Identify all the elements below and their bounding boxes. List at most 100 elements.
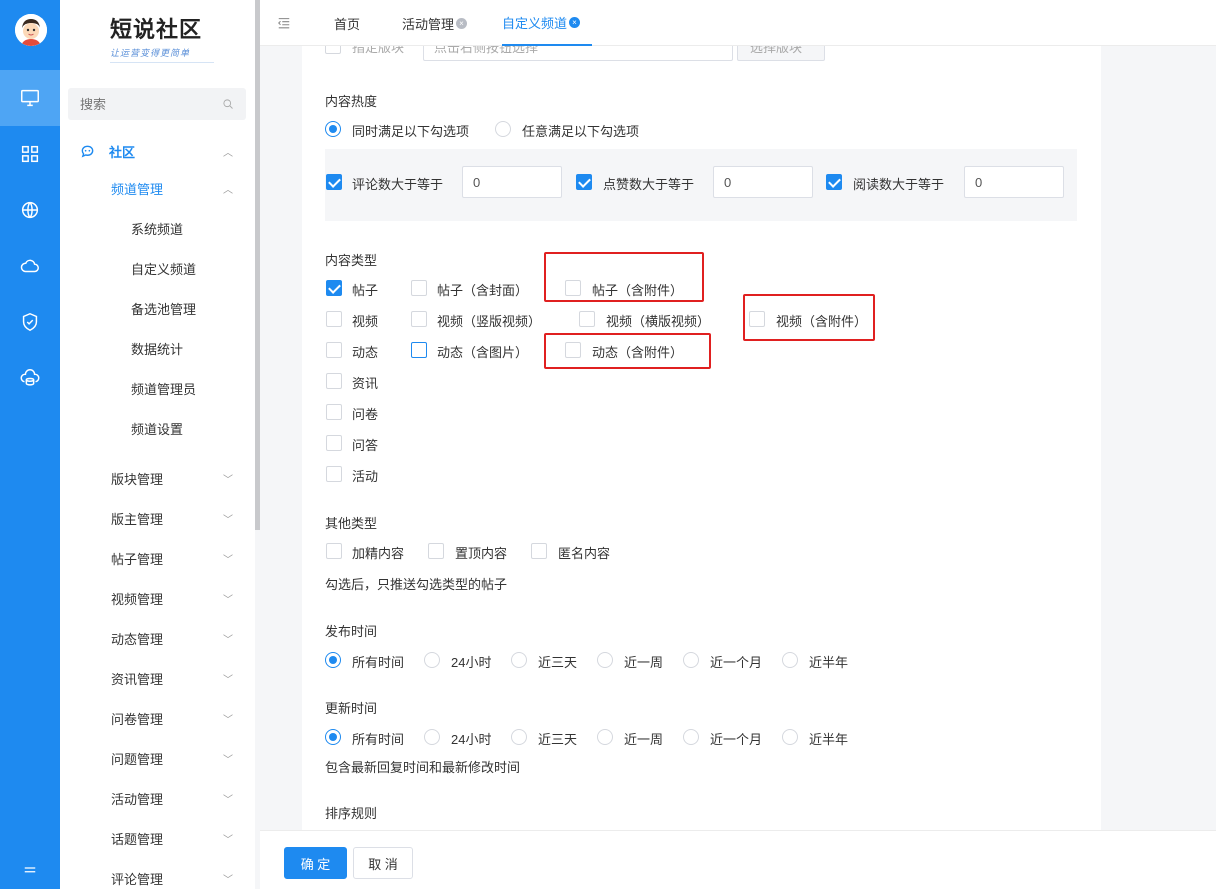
rail-security[interactable] <box>0 294 60 350</box>
publish-radio-24h[interactable] <box>424 652 440 668</box>
publish-radio-1m[interactable] <box>683 652 699 668</box>
type-survey-label: 问卷 <box>352 407 379 422</box>
menu-group-videos[interactable]: 视频管理 ﹀ <box>60 578 255 618</box>
logo-slogan: 让运营变得更简单 <box>110 46 214 63</box>
rail-apps[interactable] <box>0 126 60 182</box>
publish-radio-all[interactable] <box>325 652 341 668</box>
menu-sub-system-channel[interactable]: 系统频道 <box>60 208 255 248</box>
logo-title: 短说社区 <box>110 17 203 43</box>
type-video-vertical-checkbox[interactable] <box>411 311 427 327</box>
rail-collapse[interactable] <box>0 862 60 889</box>
rail-cloud[interactable] <box>0 238 60 294</box>
rail-globe[interactable] <box>0 182 60 238</box>
type-moment-checkbox[interactable] <box>326 342 342 358</box>
publish-option-label: 所有时间 <box>352 655 405 670</box>
menu-group-moments[interactable]: 动态管理 ﹀ <box>60 618 255 658</box>
chevron-down-icon: ﹀ <box>223 474 233 486</box>
menu-group-label: 问卷管理 <box>111 711 164 727</box>
avatar[interactable] <box>15 14 47 46</box>
close-icon[interactable]: × <box>569 16 581 28</box>
menu-group-activities[interactable]: 活动管理 ﹀ <box>60 778 255 818</box>
cloud-database-icon <box>20 369 40 386</box>
menu-community[interactable]: 社区 ︿ <box>60 131 255 171</box>
heat-radio-any[interactable] <box>495 121 511 137</box>
likes-checkbox[interactable] <box>576 174 592 190</box>
type-survey-checkbox[interactable] <box>326 404 342 420</box>
menu-sub-channel-admins[interactable]: 频道管理员 <box>60 368 255 408</box>
close-icon[interactable]: × <box>456 17 468 29</box>
featured-checkbox[interactable] <box>326 543 342 559</box>
rail-desktop[interactable] <box>0 70 60 126</box>
board-input[interactable]: 点击右侧按钮选择 <box>423 46 733 61</box>
rail-cloud-db[interactable] <box>0 350 60 406</box>
publish-option-label: 近半年 <box>809 655 849 670</box>
comments-checkbox[interactable] <box>326 174 342 190</box>
anonymous-checkbox[interactable] <box>531 543 547 559</box>
tab-custom-channel[interactable]: 自定义频道 × <box>502 0 593 46</box>
type-post-checkbox[interactable] <box>326 280 342 296</box>
publish-radio-3d[interactable] <box>511 652 527 668</box>
publish-option-label: 近三天 <box>538 655 578 670</box>
menu-group-topics[interactable]: 话题管理 ﹀ <box>60 818 255 858</box>
likes-min-input[interactable] <box>713 166 813 198</box>
menu-channel-mgmt[interactable]: 频道管理 ︿ <box>60 168 255 208</box>
update-radio-24h[interactable] <box>424 729 440 745</box>
icon-rail <box>0 0 60 889</box>
publish-radio-6m[interactable] <box>782 652 798 668</box>
type-video-checkbox[interactable] <box>326 311 342 327</box>
update-radio-all[interactable] <box>325 729 341 745</box>
menu-group-label: 资讯管理 <box>111 671 164 687</box>
menu-group-board[interactable]: 版块管理 ﹀ <box>60 458 255 498</box>
update-radio-3d[interactable] <box>511 729 527 745</box>
type-activity-checkbox[interactable] <box>326 466 342 482</box>
comments-min-input[interactable] <box>462 166 562 198</box>
tab-home[interactable]: 首页 <box>334 0 360 46</box>
menu-sub-custom-channel[interactable]: 自定义频道 <box>60 248 255 288</box>
type-qa-checkbox[interactable] <box>326 435 342 451</box>
pinned-checkbox[interactable] <box>428 543 444 559</box>
sort-label: 排序规则 <box>325 806 378 821</box>
menu-sub-label: 频道管理员 <box>131 381 197 397</box>
chevron-down-icon: ﹀ <box>223 714 233 726</box>
search-input[interactable] <box>80 96 200 112</box>
chevron-down-icon: ﹀ <box>223 594 233 606</box>
update-time-label: 更新时间 <box>325 701 378 716</box>
menu-sub-candidate-pool[interactable]: 备选池管理 <box>60 288 255 328</box>
menu-group-label: 视频管理 <box>111 591 164 607</box>
update-radio-1m[interactable] <box>683 729 699 745</box>
menu-group-moderator[interactable]: 版主管理 ﹀ <box>60 498 255 538</box>
type-moment-image-checkbox[interactable] <box>411 342 427 358</box>
menu-group-questions[interactable]: 问题管理 ﹀ <box>60 738 255 778</box>
reads-checkbox[interactable] <box>826 174 842 190</box>
menu-group-news[interactable]: 资讯管理 ﹀ <box>60 658 255 698</box>
menu-group-surveys[interactable]: 问卷管理 ﹀ <box>60 698 255 738</box>
update-radio-1w[interactable] <box>597 729 613 745</box>
board-checkbox[interactable] <box>325 46 341 54</box>
heat-radio-all[interactable] <box>325 121 341 137</box>
chevron-down-icon: ﹀ <box>223 554 233 566</box>
menu-sub-statistics[interactable]: 数据统计 <box>60 328 255 368</box>
confirm-button[interactable]: 确 定 <box>284 847 347 879</box>
anonymous-label: 匿名内容 <box>558 546 611 561</box>
update-option-label: 24小时 <box>451 732 492 747</box>
type-news-checkbox[interactable] <box>326 373 342 389</box>
cancel-button[interactable]: 取 消 <box>353 847 413 879</box>
chevron-down-icon: ﹀ <box>223 754 233 766</box>
type-post-cover-checkbox[interactable] <box>411 280 427 296</box>
menu-group-comments[interactable]: 评论管理 ﹀ <box>60 858 255 889</box>
menu-search[interactable] <box>68 88 246 120</box>
publish-radio-1w[interactable] <box>597 652 613 668</box>
menu-group-posts[interactable]: 帖子管理 ﹀ <box>60 538 255 578</box>
update-radio-6m[interactable] <box>782 729 798 745</box>
side-menu-scrollbar[interactable] <box>255 0 260 530</box>
select-board-button[interactable]: 选择版块 <box>737 46 825 61</box>
menu-group-label: 动态管理 <box>111 631 164 647</box>
chevron-up-icon: ︿ <box>223 184 233 196</box>
type-video-horizontal-checkbox[interactable] <box>579 311 595 327</box>
menu-sub-channel-settings[interactable]: 频道设置 <box>60 408 255 448</box>
chevron-up-icon: ︿ <box>223 147 233 159</box>
reads-min-input[interactable] <box>964 166 1064 198</box>
tab-activity-mgmt[interactable]: 活动管理 × <box>402 0 468 46</box>
collapse-menu-icon[interactable] <box>277 16 291 30</box>
likes-label: 点赞数大于等于 <box>603 177 695 192</box>
